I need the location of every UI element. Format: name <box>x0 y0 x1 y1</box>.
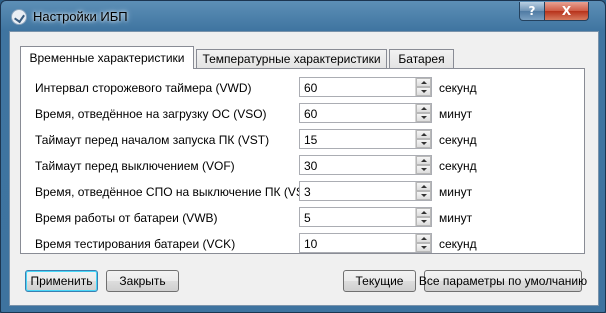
spin-up-button[interactable] <box>416 104 431 113</box>
spin-down-button[interactable] <box>416 243 431 252</box>
spin-arrows <box>415 208 431 226</box>
setting-row-vof: Таймаут перед выключением (VOF) 30 секун… <box>35 155 575 177</box>
setting-row-vso: Время, отведённое на загрузку ОС (VSO) 6… <box>35 103 575 125</box>
spin-value[interactable]: 30 <box>304 159 317 173</box>
arrow-down-icon <box>420 168 427 171</box>
vwb-spinbox[interactable]: 5 <box>299 207 432 227</box>
arrow-down-icon <box>420 142 427 145</box>
setting-row-vsd: Время, отведённое СПО на выключение ПК (… <box>35 181 575 203</box>
close-button[interactable]: Закрыть <box>106 270 179 292</box>
title-bar[interactable]: Настройки ИБП ? X <box>1 1 605 31</box>
spin-down-button[interactable] <box>416 191 431 200</box>
spin-arrows <box>415 156 431 174</box>
arrow-up-icon <box>420 237 427 240</box>
vst-spinbox[interactable]: 15 <box>299 129 432 149</box>
arrow-up-icon <box>420 185 427 188</box>
spin-arrows <box>415 104 431 122</box>
arrow-up-icon <box>420 133 427 136</box>
setting-row-vwd: Интервал сторожевого таймера (VWD) 60 се… <box>35 77 575 99</box>
tab-panel-time: Интервал сторожевого таймера (VWD) 60 се… <box>20 68 585 254</box>
setting-label: Таймаут перед началом запуска ПК (VST) <box>35 133 270 147</box>
spin-up-button[interactable] <box>416 156 431 165</box>
arrow-up-icon <box>420 81 427 84</box>
arrow-down-icon <box>420 246 427 249</box>
current-values-button[interactable]: Текущие <box>343 270 416 292</box>
vsd-spinbox[interactable]: 3 <box>299 181 432 201</box>
spin-value[interactable]: 15 <box>304 133 317 147</box>
vck-spinbox[interactable]: 10 <box>299 233 432 253</box>
dialog-body: Временные характеристики Температурные х… <box>9 31 599 306</box>
spin-up-button[interactable] <box>416 208 431 217</box>
spin-down-button[interactable] <box>416 217 431 226</box>
setting-label: Время, отведённое СПО на выключение ПК (… <box>35 185 317 199</box>
setting-unit: минут <box>439 107 473 121</box>
window-title: Настройки ИБП <box>33 9 128 24</box>
tab-temperature-characteristics[interactable]: Температурные характеристики <box>196 49 387 68</box>
close-window-button[interactable]: X <box>544 2 589 21</box>
spin-value[interactable]: 10 <box>304 237 317 251</box>
spin-down-button[interactable] <box>416 139 431 148</box>
spin-value[interactable]: 5 <box>304 211 311 225</box>
reset-defaults-button[interactable]: Все параметры по умолчанию <box>419 270 587 292</box>
spin-up-button[interactable] <box>416 78 431 87</box>
arrow-down-icon <box>420 220 427 223</box>
setting-unit: секунд <box>439 81 477 95</box>
apply-button[interactable]: Применить <box>25 270 98 292</box>
spin-value[interactable]: 60 <box>304 81 317 95</box>
setting-unit: секунд <box>439 133 477 147</box>
spin-down-button[interactable] <box>416 113 431 122</box>
spin-arrows <box>415 234 431 252</box>
spin-up-button[interactable] <box>416 234 431 243</box>
tab-time-characteristics[interactable]: Временные характеристики <box>20 46 194 69</box>
spin-up-button[interactable] <box>416 182 431 191</box>
setting-unit: секунд <box>439 237 477 251</box>
spin-down-button[interactable] <box>416 87 431 96</box>
spin-arrows <box>415 182 431 200</box>
spin-value[interactable]: 60 <box>304 107 317 121</box>
settings-window: Настройки ИБП ? X Временные характеристи… <box>0 0 606 313</box>
setting-unit: секунд <box>439 159 477 173</box>
setting-label: Время, отведённое на загрузку ОС (VSO) <box>35 107 267 121</box>
arrow-down-icon <box>420 90 427 93</box>
setting-label: Таймаут перед выключением (VOF) <box>35 159 235 173</box>
setting-label: Время тестирования батареи (VCK) <box>35 237 236 251</box>
setting-label: Время работы от батареи (VWB) <box>35 211 218 225</box>
tab-battery[interactable]: Батарея <box>389 49 454 68</box>
arrow-up-icon <box>420 159 427 162</box>
setting-row-vck: Время тестирования батареи (VCK) 10 секу… <box>35 233 575 255</box>
app-icon <box>11 9 27 25</box>
spin-arrows <box>415 130 431 148</box>
help-button[interactable]: ? <box>519 2 545 21</box>
setting-row-vwb: Время работы от батареи (VWB) 5 минут <box>35 207 575 229</box>
vof-spinbox[interactable]: 30 <box>299 155 432 175</box>
spin-up-button[interactable] <box>416 130 431 139</box>
setting-unit: минут <box>439 185 473 199</box>
arrow-up-icon <box>420 211 427 214</box>
spin-down-button[interactable] <box>416 165 431 174</box>
setting-label: Интервал сторожевого таймера (VWD) <box>35 81 252 95</box>
setting-unit: минут <box>439 211 473 225</box>
setting-row-vst: Таймаут перед началом запуска ПК (VST) 1… <box>35 129 575 151</box>
vso-spinbox[interactable]: 60 <box>299 103 432 123</box>
arrow-down-icon <box>420 194 427 197</box>
arrow-down-icon <box>420 116 427 119</box>
vwd-spinbox[interactable]: 60 <box>299 77 432 97</box>
spin-value[interactable]: 3 <box>304 185 311 199</box>
arrow-up-icon <box>420 107 427 110</box>
spin-arrows <box>415 78 431 96</box>
